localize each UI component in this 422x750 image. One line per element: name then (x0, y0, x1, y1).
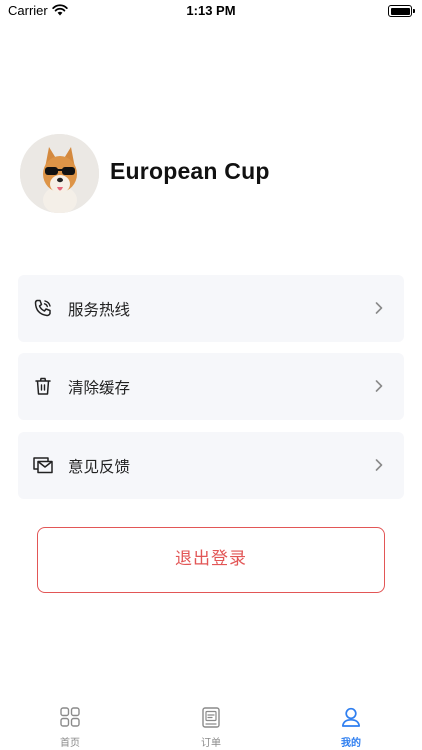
grid-icon (60, 707, 80, 727)
user-icon (341, 707, 361, 727)
menu-label: 清除缓存 (68, 379, 131, 397)
tab-label: 我的 (341, 738, 361, 749)
battery-fill (390, 7, 410, 15)
menu-label: 意见反馈 (68, 458, 131, 476)
trash-icon (35, 377, 51, 395)
phone-icon (34, 299, 51, 317)
shiba-dog-sunglasses-avatar-icon (20, 134, 99, 213)
tab-orders[interactable]: 订单 (181, 698, 241, 750)
status-bar: Carrier 1:13 PM (0, 0, 422, 24)
chevron-right-icon (375, 380, 383, 392)
tab-mine[interactable]: 我的 (321, 698, 381, 750)
menu-item-clear-cache[interactable]: 清除缓存 (18, 353, 404, 420)
feedback-mail-icon (33, 457, 53, 474)
menu-item-service-hotline[interactable]: 服务热线 (18, 275, 404, 342)
document-icon (202, 707, 220, 728)
tab-bar: 首页 订单 我的 (0, 698, 422, 750)
menu-label: 服务热线 (68, 301, 131, 319)
tab-label: 首页 (60, 738, 80, 749)
battery-icon (388, 5, 415, 17)
avatar[interactable] (20, 134, 99, 213)
profile-header: European Cup (20, 134, 400, 214)
username: European Cup (110, 158, 270, 184)
clock: 1:13 PM (186, 3, 236, 18)
menu-item-feedback[interactable]: 意见反馈 (18, 432, 404, 499)
tab-label: 订单 (201, 738, 221, 749)
logout-button[interactable]: 退出登录 (37, 527, 385, 593)
tab-home[interactable]: 首页 (40, 698, 100, 750)
chevron-right-icon (375, 459, 383, 471)
chevron-right-icon (375, 302, 383, 314)
